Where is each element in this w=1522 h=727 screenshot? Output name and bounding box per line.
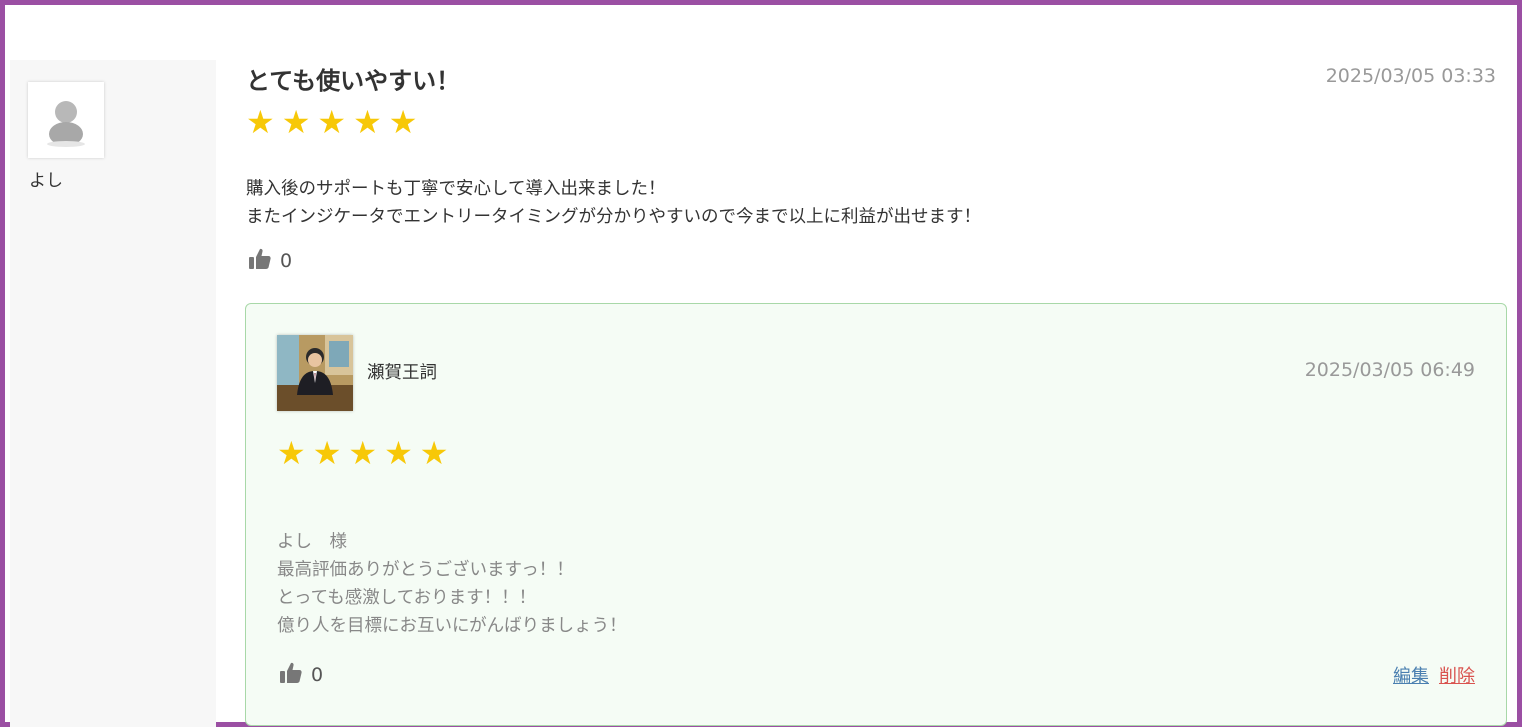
star-icon: ★ (277, 434, 306, 472)
review-body-line: 購入後のサポートも丁寧で安心して導入出来ました！ (246, 179, 666, 199)
star-icon: ★ (317, 103, 347, 141)
review-like-button[interactable]: 0 (248, 247, 292, 275)
reply-body: よし 様 最高評価ありがとうございますっ！！ とっても感激しております！！！ 億… (277, 528, 627, 640)
star-icon: ★ (419, 434, 449, 472)
star-icon: ★ (384, 434, 413, 472)
review-body-line: またインジケータでエントリータイミングが分かりやすいので今まで以上に利益が出せま… (246, 207, 981, 227)
seller-reply-box: 瀬賀王詞 2025/03/05 06:49 ★ ★ ★ ★ ★ よし 様 最高評… (245, 303, 1507, 726)
reply-body-line: とっても感激しております！！！ (277, 588, 537, 608)
review-body: 購入後のサポートも丁寧で安心して導入出来ました！ またインジケータでエントリータ… (246, 175, 981, 231)
star-icon: ★ (388, 103, 418, 141)
star-icon: ★ (312, 434, 342, 472)
reply-star-rating: ★ ★ ★ ★ ★ (277, 437, 448, 469)
review-star-rating: ★ ★ ★ ★ ★ (246, 106, 417, 138)
reviewer-sidebar: よし (10, 60, 216, 727)
star-icon: ★ (348, 434, 378, 472)
reviewer-name: よし (29, 171, 63, 191)
seller-name: 瀬賀王詞 (367, 363, 437, 383)
seller-avatar (277, 335, 353, 411)
edit-link[interactable]: 編集 (1393, 662, 1429, 688)
star-icon: ★ (353, 103, 382, 141)
star-icon: ★ (281, 103, 311, 141)
reply-body-line: よし 様 (277, 532, 347, 552)
reply-actions: 編集 削除 (1393, 662, 1475, 688)
delete-link[interactable]: 削除 (1439, 662, 1475, 688)
reply-like-button[interactable]: 0 (279, 661, 323, 689)
reply-body-line: 億り人を目標にお互いにがんばりましょう！ (277, 616, 627, 636)
review-title: とても使いやすい！ (246, 67, 461, 95)
reply-date: 2025/03/05 06:49 (1304, 359, 1475, 381)
review-like-count: 0 (280, 250, 293, 272)
review-date: 2025/03/05 03:33 (1325, 65, 1496, 87)
review-frame: よし とても使いやすい！ 2025/03/05 03:33 ★ ★ ★ ★ ★ … (0, 0, 1522, 727)
thumbs-up-icon[interactable] (279, 661, 303, 689)
default-user-avatar-icon (28, 82, 104, 158)
star-icon: ★ (246, 103, 275, 141)
reply-body-line: 最高評価ありがとうございますっ！！ (277, 560, 574, 580)
thumbs-up-icon[interactable] (248, 247, 272, 275)
reply-like-count: 0 (311, 664, 324, 686)
